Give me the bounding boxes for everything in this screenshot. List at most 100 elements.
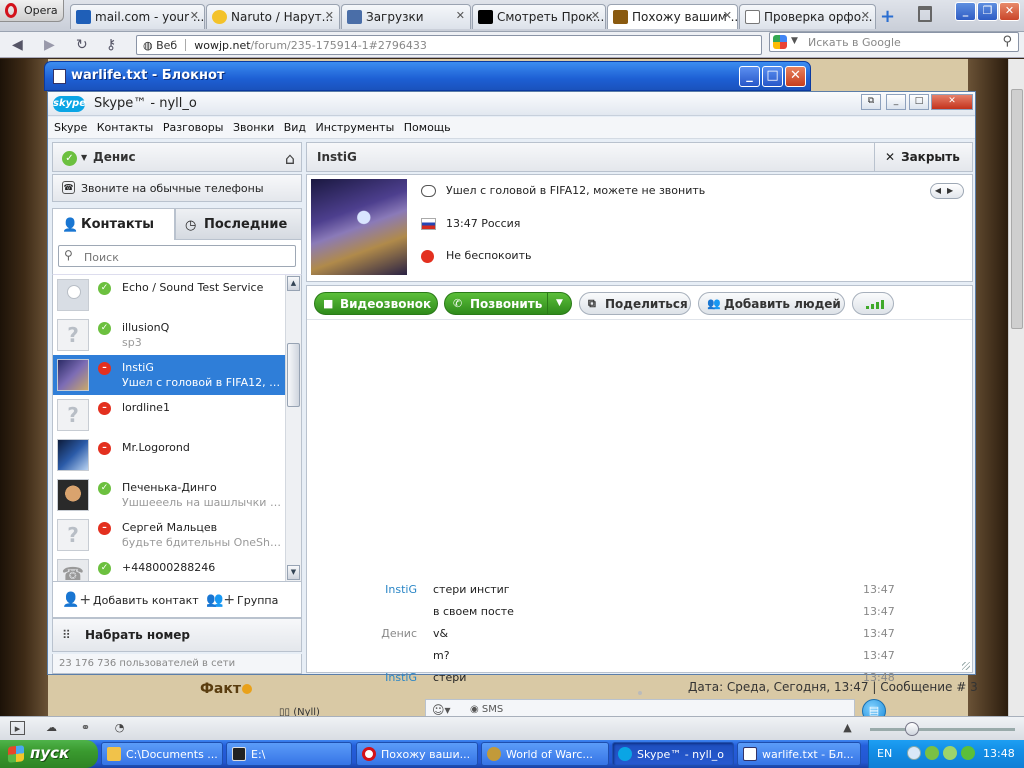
message-sender[interactable]: Денис (307, 627, 417, 640)
zoom-slider-handle[interactable] (905, 722, 919, 736)
taskbar-item-skype[interactable]: Skype™ - nyll_o (612, 742, 734, 766)
menu-tools[interactable]: Инструменты (316, 117, 395, 134)
trash-icon[interactable] (918, 6, 932, 22)
online-status-icon[interactable]: ✓ (62, 151, 77, 166)
menu-contacts[interactable]: Контакты (97, 117, 154, 134)
skype-title-bar[interactable]: skype Skype™ - nyll_o ⧉ _ □ ✕ (48, 92, 975, 116)
window-resize-grip[interactable] (962, 662, 970, 670)
browser-tab-mail[interactable]: mail.com - your ... ✕ (70, 4, 205, 29)
my-status-row[interactable]: ✓ ▼ Денис ⌂ (52, 142, 302, 172)
new-tab-icon[interactable]: + (880, 6, 895, 27)
close-icon[interactable]: ✕ (785, 66, 806, 87)
skype-tray-icon[interactable] (943, 746, 957, 760)
group-icon[interactable]: 👥+ (206, 592, 235, 608)
contact-sergey-maltsev[interactable]: ? – Сергей Мальцев будьте бдительны OneS… (53, 515, 285, 555)
tab-recent[interactable]: ◷ Последние (175, 208, 302, 240)
browser-tab-naruto[interactable]: Naruto / Нарут... ✕ (206, 4, 340, 29)
add-contact-button[interactable]: Добавить контакт (93, 594, 199, 607)
reload-icon[interactable]: ↻ (76, 37, 88, 53)
emoticon-icon[interactable]: ☺▾ (432, 703, 451, 717)
chevron-down-icon[interactable]: ▼ (81, 153, 87, 162)
page-scrollbar[interactable] (1008, 59, 1024, 716)
scrollbar-thumb[interactable] (1011, 89, 1023, 329)
close-tab-icon[interactable]: ✕ (456, 9, 465, 22)
restore-icon[interactable]: ❐ (977, 2, 998, 21)
chevron-down-icon[interactable]: ▼ (547, 293, 571, 314)
menu-help[interactable]: Помощь (404, 117, 451, 134)
close-tab-icon[interactable]: ✕ (591, 9, 600, 22)
key-icon[interactable]: ⚷ (106, 37, 116, 53)
dial-number-button[interactable]: ⠿ Набрать номер (52, 618, 302, 652)
message-sender[interactable]: InstiG (307, 583, 417, 596)
language-indicator[interactable]: EN (877, 747, 892, 760)
network-icon[interactable] (925, 746, 939, 760)
profile-nav-arrows[interactable]: ◀▶ (930, 183, 964, 199)
cloud-icon[interactable]: ☁ (44, 721, 59, 735)
scroll-down-icon[interactable]: ▼ (287, 565, 300, 580)
video-call-button[interactable]: ■ Видеозвонок (314, 292, 438, 315)
close-tab-icon[interactable]: ✕ (190, 9, 199, 22)
call-phones-button[interactable]: ☎ Звоните на обычные телефоны (52, 174, 302, 202)
taskbar-item-opera[interactable]: Похожу ваши... (356, 742, 478, 766)
contact-illusionq[interactable]: ? ✓ illusionQ sp3 (53, 315, 285, 355)
tab-contacts[interactable]: 👤 Контакты (52, 208, 175, 240)
minimize-icon[interactable]: _ (739, 66, 760, 87)
menu-conversations[interactable]: Разговоры (163, 117, 224, 134)
back-icon[interactable]: ◀ (12, 37, 23, 53)
maximize-icon[interactable]: □ (909, 94, 929, 110)
address-field[interactable]: ◍ Веб wowjp.net/forum/235-175914-1#279643… (136, 35, 762, 55)
zoom-slider[interactable] (870, 728, 1015, 731)
menu-view[interactable]: Вид (284, 117, 306, 134)
share-button[interactable]: ⧉ Поделиться (579, 292, 691, 315)
start-button[interactable]: пуск (0, 740, 98, 768)
clock[interactable]: 13:48 (983, 747, 1015, 760)
close-conversation-button[interactable]: ✕ Закрыть (874, 143, 972, 171)
chevron-down-icon[interactable]: ▼ (791, 36, 798, 46)
close-tab-icon[interactable]: ✕ (723, 9, 732, 22)
home-icon[interactable]: ⌂ (285, 149, 295, 168)
contact-instig[interactable]: – InstiG Ушел с головой в FIFA12, мо... (53, 355, 285, 395)
speed-dial-icon[interactable]: ◔ (112, 721, 127, 735)
taskbar-item-wow[interactable]: World of Warc... (481, 742, 609, 766)
taskbar-item-drive-e[interactable]: E:\ (226, 742, 352, 766)
forward-icon[interactable]: ▶ (44, 37, 55, 53)
contact-list-scrollbar[interactable]: ▲ ▼ (285, 275, 301, 581)
panel-toggle-icon[interactable]: ▸ (10, 721, 25, 735)
contact-pechenka-dingo[interactable]: ✓ Печенька-Динго Ушшееель на шашлычки :D (53, 475, 285, 515)
close-tab-icon[interactable]: ✕ (861, 9, 870, 22)
browser-tab-watch[interactable]: Смотреть Прок... ✕ (472, 4, 606, 29)
minimize-icon[interactable]: _ (955, 2, 976, 21)
contact-mr-logorond[interactable]: – Mr.Logorond (53, 435, 285, 475)
browser-tab-forum[interactable]: Похожу вашим ... ✕ (607, 4, 738, 29)
compact-view-icon[interactable]: ⧉ (861, 94, 881, 110)
browser-tab-spellcheck[interactable]: Проверка орфо... ✕ (739, 4, 876, 29)
opera-menu-button[interactable]: Opera (0, 0, 64, 22)
unite-icon[interactable]: ⚭ (78, 721, 93, 735)
call-button[interactable]: ✆ Позвонить ▼ (444, 292, 572, 315)
call-quality-icon[interactable] (852, 292, 894, 315)
maximize-icon[interactable]: □ (762, 66, 783, 87)
security-icon[interactable] (961, 746, 975, 760)
scrollbar-thumb[interactable] (287, 343, 300, 407)
add-people-button[interactable]: 👥 Добавить людей (698, 292, 845, 315)
taskbar-item-notepad[interactable]: warlife.txt - Бл... (737, 742, 861, 766)
close-icon[interactable]: ✕ (931, 94, 973, 110)
my-name[interactable]: Денис (93, 150, 136, 164)
tray-expand-icon[interactable] (907, 746, 921, 760)
sms-toggle[interactable]: ◉ SMS (470, 704, 503, 715)
contact-echo[interactable]: ✓ Echo / Sound Test Service (53, 275, 285, 315)
add-contact-icon[interactable]: 👤+ (62, 592, 91, 608)
minimize-icon[interactable]: _ (886, 94, 906, 110)
browser-tab-downloads[interactable]: Загрузки ✕ (341, 4, 471, 29)
scroll-up-icon[interactable]: ▲ (287, 276, 300, 291)
contact-search-input[interactable] (58, 245, 296, 267)
menu-skype[interactable]: Skype (54, 117, 87, 134)
message-sender[interactable]: InstiG (307, 671, 417, 684)
taskbar-item-documents[interactable]: C:\Documents ... (101, 742, 223, 766)
notepad-window[interactable]: warlife.txt - Блокнот _ □ ✕ (44, 61, 811, 91)
search-icon[interactable]: ⚲ (1002, 34, 1012, 49)
zoom-up-icon[interactable]: ▲ (840, 721, 855, 735)
google-icon[interactable] (773, 35, 787, 49)
close-tab-icon[interactable]: ✕ (325, 9, 334, 22)
close-icon[interactable]: ✕ (999, 2, 1020, 21)
